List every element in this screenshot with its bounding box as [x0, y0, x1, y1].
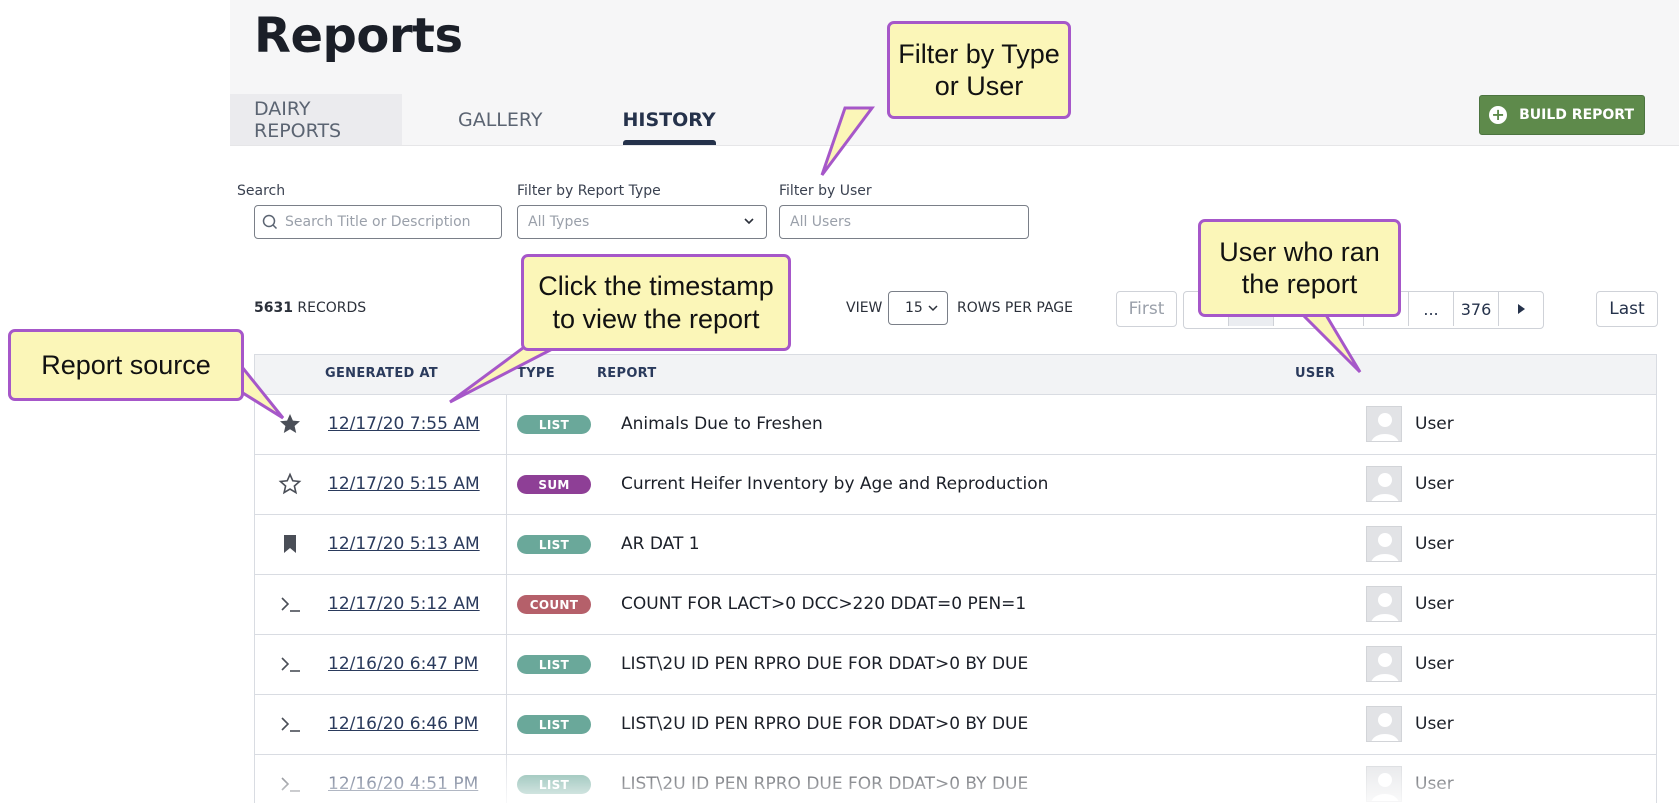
user-callout: User who ran the report [1198, 219, 1401, 317]
source-callout: Report source [8, 329, 244, 401]
timestamp-callout-pointer [449, 343, 561, 404]
timestamp-callout: Click the timestamp to view the report [521, 254, 791, 351]
callout-pointers [228, 106, 1362, 420]
user-callout-pointer [1294, 308, 1362, 374]
filter-callout: Filter by Type or User [887, 21, 1071, 119]
filter-callout-pointer [820, 106, 875, 176]
